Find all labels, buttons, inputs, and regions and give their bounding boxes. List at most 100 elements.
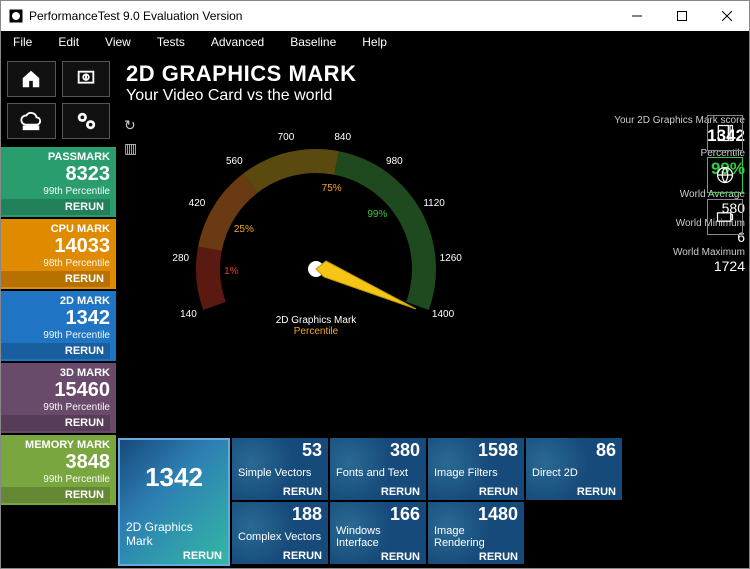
save-icon[interactable]	[707, 115, 743, 151]
summary-score: 3848	[1, 451, 110, 474]
app-icon	[9, 9, 23, 23]
sub-test-card[interactable]: 1598 Image Filters RERUN	[428, 438, 524, 500]
summary-rerun[interactable]: RERUN	[1, 415, 110, 431]
main-test-card[interactable]: 1342 2D Graphics Mark RERUN	[118, 438, 230, 566]
menu-file[interactable]: File	[5, 35, 50, 49]
menubar: File Edit View Tests Advanced Baseline H…	[1, 31, 749, 53]
gauge-tick: 560	[226, 156, 243, 167]
sub-test-card[interactable]: 86 Direct 2D RERUN	[526, 438, 622, 500]
nav-upload-icon[interactable]	[7, 103, 56, 139]
summary-rerun[interactable]: RERUN	[1, 271, 110, 287]
sub-test-rerun[interactable]: RERUN	[238, 486, 322, 498]
sub-test-score: 166	[336, 504, 420, 525]
gauge-pct-label: 99%	[367, 209, 387, 220]
menu-help[interactable]: Help	[354, 35, 405, 49]
sub-test-score: 1598	[434, 440, 518, 461]
summary-card[interactable]: MEMORY MARK 3848 99th Percentile RERUN	[1, 435, 116, 505]
gauge-tick: 420	[189, 198, 206, 209]
summary-label: 2D MARK	[1, 295, 110, 307]
sub-test-card[interactable]: 380 Fonts and Text RERUN	[330, 438, 426, 500]
sub-test-rerun[interactable]: RERUN	[336, 486, 420, 498]
menu-edit[interactable]: Edit	[50, 35, 97, 49]
sidebar: PASSMARK 8323 99th Percentile RERUNCPU M…	[1, 53, 116, 568]
gauge-tick: 840	[334, 132, 351, 143]
minimize-button[interactable]	[614, 1, 659, 31]
menu-tests[interactable]: Tests	[149, 35, 203, 49]
chart-icon[interactable]: ▥	[124, 140, 137, 157]
gauge-pct-label: 25%	[234, 224, 254, 235]
summary-card[interactable]: PASSMARK 8323 99th Percentile RERUN	[1, 147, 116, 217]
sub-test-score: 1480	[434, 504, 518, 525]
gauge-tools: ↻ ▥	[124, 117, 137, 157]
summary-label: 3D MARK	[1, 367, 110, 379]
summary-score: 1342	[1, 307, 110, 330]
gauge-tick: 980	[386, 156, 403, 167]
sub-test-label: Image Rendering	[434, 525, 518, 549]
page-header: 2D GRAPHICS MARK Your Video Card vs the …	[116, 53, 749, 109]
menu-advanced[interactable]: Advanced	[203, 35, 282, 49]
sub-test-score: 53	[238, 440, 322, 461]
summary-pct: 99th Percentile	[1, 330, 110, 341]
summary-pct: 99th Percentile	[1, 474, 110, 485]
sub-test-score: 380	[336, 440, 420, 461]
summary-score: 15460	[1, 379, 110, 402]
sub-test-label: Image Filters	[434, 467, 518, 479]
summary-label: PASSMARK	[1, 151, 110, 163]
titlebar: PerformanceTest 9.0 Evaluation Version	[1, 1, 749, 31]
sub-test-label: Complex Vectors	[238, 531, 322, 543]
sub-test-label: Simple Vectors	[238, 467, 322, 479]
stats-max: 1724	[584, 258, 745, 274]
summary-card[interactable]: 3D MARK 15460 99th Percentile RERUN	[1, 363, 116, 433]
summary-pct: 99th Percentile	[1, 402, 110, 413]
summary-rerun[interactable]: RERUN	[1, 199, 110, 215]
main-test-rerun[interactable]: RERUN	[126, 550, 222, 562]
sub-test-rerun[interactable]: RERUN	[336, 551, 420, 563]
summary-pct: 98th Percentile	[1, 258, 110, 269]
sub-test-rerun[interactable]: RERUN	[434, 551, 518, 563]
sub-test-rerun[interactable]: RERUN	[532, 486, 616, 498]
main-test-score: 1342	[126, 462, 222, 493]
gauge-tick: 280	[172, 253, 189, 264]
sub-test-label: Windows Interface	[336, 525, 420, 549]
sub-test-score: 188	[238, 504, 322, 525]
window-title: PerformanceTest 9.0 Evaluation Version	[29, 9, 242, 23]
summary-card[interactable]: CPU MARK 14033 98th Percentile RERUN	[1, 219, 116, 289]
page-subtitle: Your Video Card vs the world	[126, 87, 739, 105]
card-icon[interactable]	[707, 199, 743, 235]
globe-icon[interactable]	[707, 157, 743, 193]
tests-grid: 1342 2D Graphics Mark RERUN 53 Simple Ve…	[116, 436, 749, 568]
summary-card[interactable]: 2D MARK 1342 99th Percentile RERUN	[1, 291, 116, 361]
sub-test-label: Fonts and Text	[336, 467, 420, 479]
gauge-tick: 1120	[423, 198, 445, 209]
nav-settings-icon[interactable]	[62, 103, 111, 139]
summary-score: 8323	[1, 163, 110, 186]
sub-test-label: Direct 2D	[532, 467, 616, 479]
summary-rerun[interactable]: RERUN	[1, 343, 110, 359]
sub-test-score: 86	[532, 440, 616, 461]
sub-test-card[interactable]: 166 Windows Interface RERUN	[330, 502, 426, 564]
sub-test-card[interactable]: 188 Complex Vectors RERUN	[232, 502, 328, 564]
refresh-icon[interactable]: ↻	[124, 117, 137, 134]
summary-label: MEMORY MARK	[1, 439, 110, 451]
sub-test-card[interactable]: 53 Simple Vectors RERUN	[232, 438, 328, 500]
summary-pct: 99th Percentile	[1, 186, 110, 197]
nav-info-icon[interactable]	[62, 61, 111, 97]
gauge-pct-label: 75%	[322, 183, 342, 194]
sub-test-rerun[interactable]: RERUN	[238, 550, 322, 562]
gauge-pct-label: 1%	[224, 266, 238, 277]
nav-home-icon[interactable]	[7, 61, 56, 97]
gauge-caption: 2D Graphics Mark Percentile	[166, 315, 466, 337]
menu-baseline[interactable]: Baseline	[282, 35, 354, 49]
gauge-tick: 700	[278, 132, 295, 143]
summary-rerun[interactable]: RERUN	[1, 487, 110, 503]
maximize-button[interactable]	[659, 1, 704, 31]
summary-label: CPU MARK	[1, 223, 110, 235]
stats-max-label: World Maximum	[584, 247, 745, 258]
gauge: 1402804205607008409801120126014001%25%75…	[166, 109, 466, 349]
summary-score: 14033	[1, 235, 110, 258]
sub-test-rerun[interactable]: RERUN	[434, 486, 518, 498]
close-button[interactable]	[704, 1, 749, 31]
menu-view[interactable]: View	[97, 35, 149, 49]
sub-test-card[interactable]: 1480 Image Rendering RERUN	[428, 502, 524, 564]
main-test-label: 2D Graphics Mark	[126, 520, 222, 548]
